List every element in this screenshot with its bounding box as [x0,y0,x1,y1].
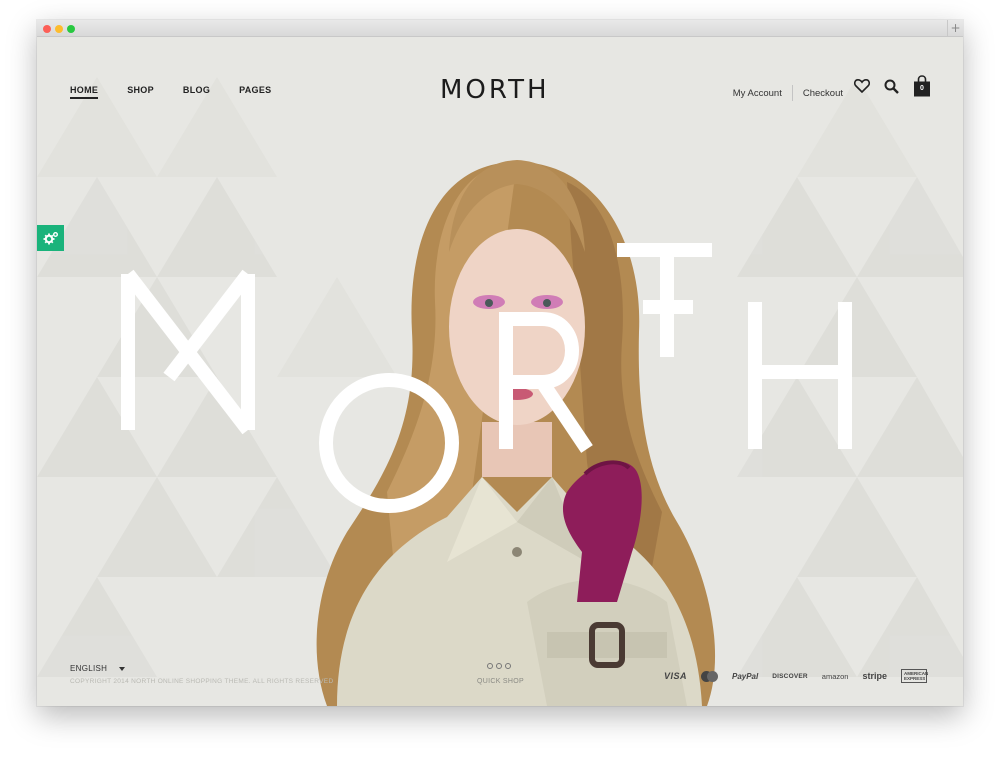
mastercard-icon [700,670,718,682]
amex-logo: AMERICAN EXPRESS [901,669,928,683]
browser-titlebar: + [37,20,963,37]
copyright-text: COPYRIGHT 2014 NORTH ONLINE SHOPPING THE… [70,678,334,685]
nav-blog[interactable]: BLOG [183,85,210,99]
language-label: ENGLISH [70,664,108,673]
site-logo[interactable]: MORTH [440,75,550,105]
heart-icon [854,79,870,93]
hero-model-photo [316,160,716,706]
search-icon [884,79,899,94]
main-navigation: HOME SHOP BLOG PAGES [70,85,271,99]
chevron-down-icon [119,666,126,671]
cart-button[interactable]: 0 [913,75,931,97]
cart-count-badge: 0 [920,85,924,92]
new-tab-button[interactable]: + [947,20,963,37]
wishlist-button[interactable] [854,79,870,93]
gears-icon [43,232,58,245]
close-window-button[interactable] [43,25,51,33]
nav-divider [791,85,793,101]
browser-window: + HOME SHOP BLOG PAGES MORTH My Account … [37,20,963,706]
paypal-logo: PayPal [731,671,759,681]
nav-shop[interactable]: SHOP [127,85,154,99]
settings-panel-toggle[interactable] [37,225,64,251]
my-account-link[interactable]: My Account [733,88,782,99]
payment-methods: VISA PayPal DISCOVER amazon stripe AMERI… [663,669,928,683]
dot-icon [487,663,493,669]
header-icons: 0 [854,75,931,97]
language-selector[interactable]: ENGLISH [70,664,126,673]
search-button[interactable] [884,79,899,94]
quick-shop-dots[interactable] [487,663,511,669]
nav-pages[interactable]: PAGES [239,85,271,99]
dot-icon [496,663,502,669]
page-content: HOME SHOP BLOG PAGES MORTH My Account Ch… [37,37,963,706]
amazon-logo: amazon [821,671,849,681]
checkout-link[interactable]: Checkout [803,88,843,99]
nav-home[interactable]: HOME [70,85,99,99]
minimize-window-button[interactable] [55,25,63,33]
dot-icon [505,663,511,669]
maximize-window-button[interactable] [67,25,75,33]
visa-logo: VISA [663,671,687,681]
account-navigation: My Account Checkout [733,85,843,101]
discover-logo: DISCOVER [772,672,808,680]
stripe-logo: stripe [862,671,887,681]
quick-shop-link[interactable]: QUICK SHOP [477,678,524,685]
